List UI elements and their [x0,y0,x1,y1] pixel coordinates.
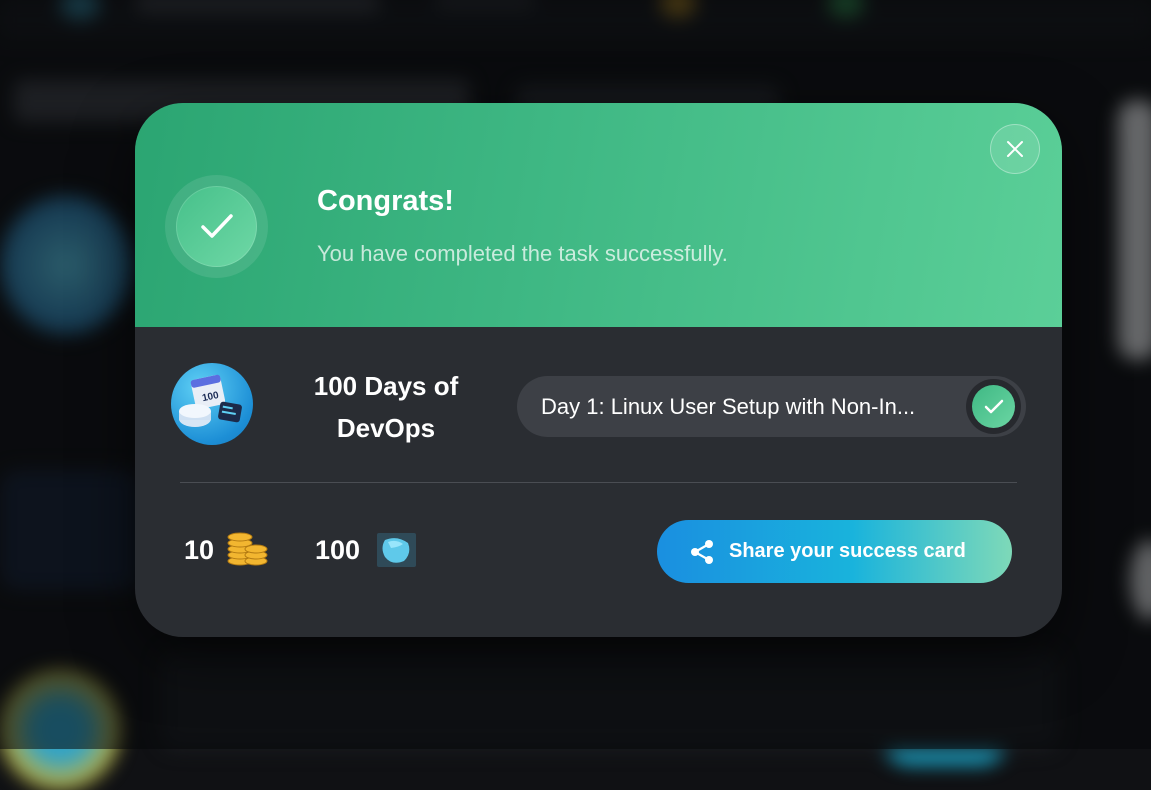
success-badge [165,175,268,278]
modal-subtitle: You have completed the task successfully… [317,241,728,266]
close-icon [1007,141,1023,157]
check-icon [201,214,233,238]
share-icon [691,540,713,564]
coins-value: 10 [184,535,215,565]
share-success-card-button[interactable]: Share your success card [657,520,1012,583]
close-button[interactable] [990,124,1040,174]
task-label: Day 1: Linux User Setup with Non-In... [541,394,916,419]
coin-stack-icon [227,532,268,566]
course-name: 100 Days of DevOps [313,371,459,443]
modal-title: Congrats! [317,185,454,217]
task-status-pill: Day 1: Linux User Setup with Non-In... [517,376,1026,437]
gems-value: 100 [315,535,361,565]
divider [180,482,1017,483]
task-complete-badge [966,379,1021,434]
check-icon [984,399,1004,414]
devops-badge-icon: 100 [171,363,253,445]
congrats-modal: Congrats! You have completed the task su… [135,103,1062,637]
modal-header: Congrats! You have completed the task su… [135,103,1062,327]
gem-icon [377,533,416,567]
share-button-label: Share your success card [729,540,966,562]
